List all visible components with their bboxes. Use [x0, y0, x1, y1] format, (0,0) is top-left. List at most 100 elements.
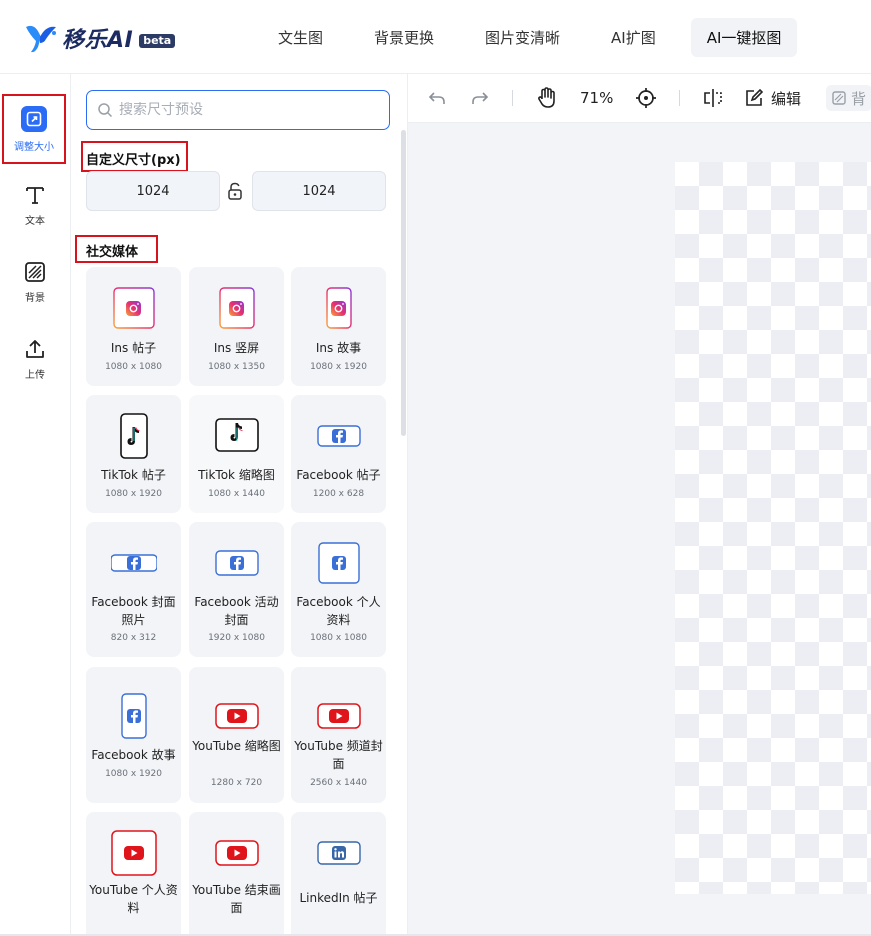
main-nav: 文生图 背景更换 图片变清晰 AI扩图 AI一键抠图	[262, 18, 816, 57]
preset-card[interactable]: YouTube 结束画面	[189, 812, 284, 936]
edit-button[interactable]: 编辑	[744, 86, 801, 110]
search-input[interactable]	[119, 102, 369, 118]
tool-rail: 调整大小 文本 背景 上传	[0, 74, 71, 936]
nav-ai-cutout[interactable]: AI一键抠图	[690, 18, 798, 57]
zoom-level[interactable]: 71%	[580, 86, 613, 110]
youtube-icon	[189, 830, 284, 876]
linkedin-icon	[291, 830, 386, 876]
preset-card[interactable]: Facebook 帖子 1200 x 628	[291, 395, 386, 513]
panel-scrollbar[interactable]	[401, 130, 406, 436]
nav-text-to-image[interactable]: 文生图	[262, 18, 339, 57]
toolbar-divider	[679, 90, 680, 106]
preset-dimensions: 1080 x 1350	[208, 362, 265, 372]
preset-dimensions: 1080 x 1920	[310, 362, 367, 372]
instagram-icon	[291, 285, 386, 331]
nav-background-replace[interactable]: 背景更换	[358, 18, 450, 57]
preset-name: Facebook 活动封面	[194, 595, 279, 627]
nav-ai-expand[interactable]: AI扩图	[595, 18, 672, 57]
brand-name: 移乐AI	[62, 28, 134, 53]
toolbar-divider	[512, 90, 513, 106]
preset-card[interactable]: TikTok 帖子 1080 x 1920	[86, 395, 181, 513]
preset-name: Facebook 故事	[91, 748, 176, 762]
preset-dimensions: 1080 x 1920	[105, 489, 162, 499]
edit-icon	[746, 88, 764, 106]
redo-icon[interactable]	[471, 86, 489, 110]
social-media-title: 社交媒体	[86, 245, 139, 260]
beta-badge: beta	[139, 34, 176, 48]
preset-dimensions: 1080 x 1440	[208, 489, 265, 499]
width-input[interactable]: 1024	[86, 171, 220, 211]
rail-label-text: 文本	[25, 216, 45, 227]
preset-name: YouTube 频道封面	[294, 739, 383, 771]
canvas-area[interactable]	[408, 123, 871, 936]
locate-center-icon[interactable]	[634, 86, 658, 110]
logo-icon	[26, 25, 56, 53]
preset-name: YouTube 缩略图	[192, 739, 281, 753]
preset-name: Ins 竖屏	[213, 341, 260, 355]
background-label: 背	[851, 89, 867, 108]
preset-card[interactable]: Ins 竖屏 1080 x 1350	[189, 267, 284, 386]
preset-card[interactable]: Ins 故事 1080 x 1920	[291, 267, 386, 386]
youtube-icon	[86, 830, 181, 876]
preset-name: Facebook 帖子	[296, 468, 381, 482]
logo[interactable]: 移乐AI beta	[24, 21, 176, 55]
preset-name: TikTok 帖子	[101, 468, 166, 482]
unlock-icon[interactable]	[227, 182, 243, 200]
transparent-canvas[interactable]	[675, 162, 871, 894]
facebook-icon	[86, 693, 181, 739]
facebook-icon	[291, 540, 386, 586]
youtube-icon	[291, 693, 386, 739]
preset-name: Facebook 封面照片	[91, 595, 176, 627]
preset-card[interactable]: Facebook 故事 1080 x 1920	[86, 667, 181, 803]
rail-label-background: 背景	[25, 293, 45, 304]
facebook-icon	[291, 413, 386, 459]
upload-icon	[26, 340, 44, 358]
preset-name: LinkedIn 帖子	[299, 891, 378, 905]
youtube-icon	[189, 693, 284, 739]
rail-item-upload[interactable]: 上传	[0, 338, 70, 381]
flip-icon[interactable]	[702, 86, 724, 110]
rail-label-upload: 上传	[25, 370, 45, 381]
rail-item-resize[interactable]: 调整大小	[2, 94, 66, 164]
resize-icon	[21, 106, 47, 132]
hand-pan-icon[interactable]	[536, 86, 558, 110]
height-input[interactable]: 1024	[252, 171, 386, 211]
nav-image-enhance[interactable]: 图片变清晰	[469, 18, 576, 57]
preset-dimensions: 1080 x 1920	[105, 769, 162, 779]
facebook-icon	[189, 540, 284, 586]
preset-card[interactable]: YouTube 缩略图 1280 x 720	[189, 667, 284, 803]
resize-panel: 自定义尺寸(px) 1024 1024 社交媒体 Ins 帖子 1080 x 10…	[71, 74, 408, 936]
preset-name: TikTok 缩略图	[198, 468, 275, 482]
tiktok-icon	[189, 413, 284, 459]
preset-name: Ins 故事	[315, 341, 362, 355]
preset-name: Ins 帖子	[110, 341, 157, 355]
rail-item-text[interactable]: 文本	[0, 184, 70, 227]
preset-card[interactable]: Ins 帖子 1080 x 1080	[86, 267, 181, 386]
instagram-icon	[189, 285, 284, 331]
preset-name: YouTube 结束画面	[192, 883, 281, 915]
preset-card[interactable]: Facebook 封面照片 820 x 312	[86, 522, 181, 657]
preset-dimensions: 820 x 312	[110, 633, 157, 643]
preset-dimensions: 1280 x 720	[210, 778, 263, 788]
preset-card[interactable]: TikTok 缩略图 1080 x 1440	[189, 395, 284, 513]
edit-label: 编辑	[771, 89, 802, 108]
preset-card[interactable]: Facebook 个人资料 1080 x 1080	[291, 522, 386, 657]
text-icon	[26, 187, 44, 204]
preset-card[interactable]: YouTube 频道封面 2560 x 1440	[291, 667, 386, 803]
top-bar: 移乐AI beta 文生图 背景更换 图片变清晰 AI扩图 AI一键抠图	[0, 0, 871, 74]
preset-card[interactable]: YouTube 个人资料	[86, 812, 181, 936]
tiktok-icon	[86, 413, 181, 459]
search-box[interactable]	[86, 90, 390, 130]
background-button[interactable]: 背	[826, 85, 871, 111]
preset-dimensions: 1920 x 1080	[208, 633, 265, 643]
preset-card[interactable]: Facebook 活动封面 1920 x 1080	[189, 522, 284, 657]
rail-item-background[interactable]: 背景	[0, 261, 70, 304]
preset-dimensions: 2560 x 1440	[310, 778, 367, 788]
facebook-icon	[86, 540, 181, 586]
preset-dimensions: 1080 x 1080	[310, 633, 367, 643]
preset-card[interactable]: LinkedIn 帖子	[291, 812, 386, 936]
background-tool-icon	[832, 91, 846, 105]
undo-icon[interactable]	[428, 86, 446, 110]
rail-label-resize: 调整大小	[14, 142, 54, 153]
search-icon	[98, 103, 113, 118]
